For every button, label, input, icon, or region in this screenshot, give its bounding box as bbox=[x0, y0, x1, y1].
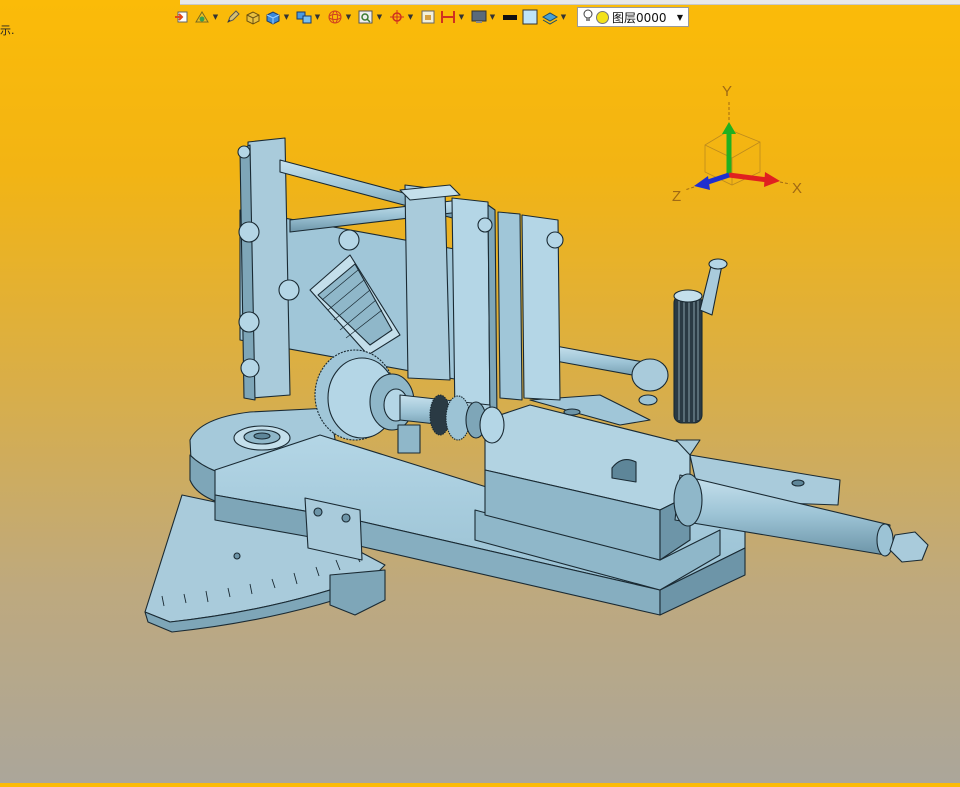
dropdown-arrow[interactable]: ▼ bbox=[407, 8, 414, 26]
dropdown-arrow[interactable]: ▼ bbox=[283, 8, 290, 26]
layer-stack-icon[interactable] bbox=[541, 8, 559, 26]
dropdown-arrow[interactable]: ▼ bbox=[489, 8, 496, 26]
wireframe-sphere-icon[interactable] bbox=[326, 8, 344, 26]
3d-viewport[interactable]: Y X Z bbox=[0, 30, 960, 783]
x-axis-label: X bbox=[792, 180, 802, 197]
coordinate-triad: Y X Z bbox=[672, 83, 802, 205]
lightbulb-icon bbox=[582, 9, 594, 26]
dropdown-arrow[interactable]: ▼ bbox=[314, 8, 321, 26]
dropdown-arrow[interactable]: ▼ bbox=[212, 8, 219, 26]
layer-color-dot bbox=[596, 10, 609, 24]
monitor-icon[interactable] bbox=[470, 8, 488, 26]
dropdown-arrow[interactable]: ▼ bbox=[560, 8, 567, 26]
chevron-down-icon[interactable]: ▼ bbox=[672, 13, 688, 22]
model-canvas: Y X Z bbox=[144, 83, 929, 633]
view-toolbar: ▼ ▼ ▼ ▼ ▼ ▼ ▼ ▼ ▼ 图层0000 ▼ bbox=[172, 5, 689, 29]
uprights bbox=[399, 184, 564, 421]
multi-view-icon[interactable] bbox=[295, 8, 313, 26]
handle bbox=[673, 258, 728, 456]
shaded-box-icon[interactable] bbox=[244, 8, 262, 26]
layer-select[interactable]: 图层0000 ▼ bbox=[577, 7, 689, 27]
dropdown-arrow[interactable]: ▼ bbox=[345, 8, 352, 26]
dropdown-arrow[interactable]: ▼ bbox=[376, 8, 383, 26]
z-axis-label: Z bbox=[672, 188, 681, 205]
layer-select-value: 图层0000 bbox=[612, 10, 667, 25]
exit-sketch-icon[interactable] bbox=[173, 8, 191, 26]
zoom-window-icon[interactable] bbox=[357, 8, 375, 26]
frame-icon[interactable] bbox=[419, 8, 437, 26]
target-icon[interactable] bbox=[388, 8, 406, 26]
line-color-icon[interactable] bbox=[501, 8, 519, 26]
feature-color-icon[interactable] bbox=[193, 8, 211, 26]
dropdown-arrow[interactable]: ▼ bbox=[458, 8, 465, 26]
y-axis-label: Y bbox=[722, 83, 732, 100]
solid-box-icon[interactable] bbox=[264, 8, 282, 26]
pencil-icon[interactable] bbox=[224, 8, 242, 26]
fill-color-icon[interactable] bbox=[521, 8, 539, 26]
section-icon[interactable] bbox=[439, 8, 457, 26]
